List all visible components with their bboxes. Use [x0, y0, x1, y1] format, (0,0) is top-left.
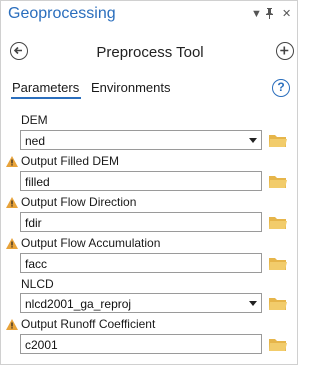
filled-dem-input[interactable]: filled	[20, 171, 262, 191]
warning-icon	[6, 319, 18, 330]
flow-accumulation-input[interactable]: facc	[20, 253, 262, 273]
param-label-nlcd: NLCD	[21, 277, 54, 291]
param-label-runoff-coefficient: Output Runoff Coefficient	[21, 317, 156, 331]
warning-icon	[6, 238, 18, 249]
param-label-dem: DEM	[21, 113, 48, 127]
pane-title: Geoprocessing	[8, 5, 116, 22]
folder-browse-icon[interactable]	[269, 256, 287, 270]
runoff-coefficient-input[interactable]: c2001	[20, 334, 262, 354]
folder-browse-icon[interactable]	[269, 296, 287, 310]
tab-parameters[interactable]: Parameters	[12, 80, 79, 95]
param-label-flow-accumulation: Output Flow Accumulation	[21, 236, 161, 250]
flow-direction-input[interactable]: fdir	[20, 212, 262, 232]
pin-icon[interactable]	[265, 8, 274, 22]
param-label-filled-dem: Output Filled DEM	[21, 154, 120, 168]
warning-icon	[6, 197, 18, 208]
close-icon[interactable]: ✕	[282, 8, 291, 20]
help-icon[interactable]: ?	[272, 79, 290, 97]
tool-title: Preprocess Tool	[96, 44, 204, 61]
folder-browse-icon[interactable]	[269, 215, 287, 229]
warning-icon	[6, 156, 18, 167]
add-button[interactable]	[276, 42, 294, 60]
dem-dropdown[interactable]: ned	[20, 130, 262, 150]
folder-browse-icon[interactable]	[269, 174, 287, 188]
title-bar: Geoprocessing ▼ ✕	[1, 1, 297, 29]
active-tab-indicator	[11, 97, 81, 99]
folder-browse-icon[interactable]	[269, 337, 287, 351]
tab-environments[interactable]: Environments	[91, 80, 170, 95]
chevron-down-icon	[249, 301, 257, 306]
nlcd-dropdown[interactable]: nlcd2001_ga_reproj	[20, 293, 262, 313]
chevron-down-icon	[249, 138, 257, 143]
folder-browse-icon[interactable]	[269, 133, 287, 147]
param-label-flow-direction: Output Flow Direction	[21, 195, 137, 209]
geoprocessing-pane: Geoprocessing ▼ ✕ Preprocess Tool Parame…	[0, 0, 298, 365]
pane-options-icon[interactable]: ▼	[251, 8, 262, 20]
